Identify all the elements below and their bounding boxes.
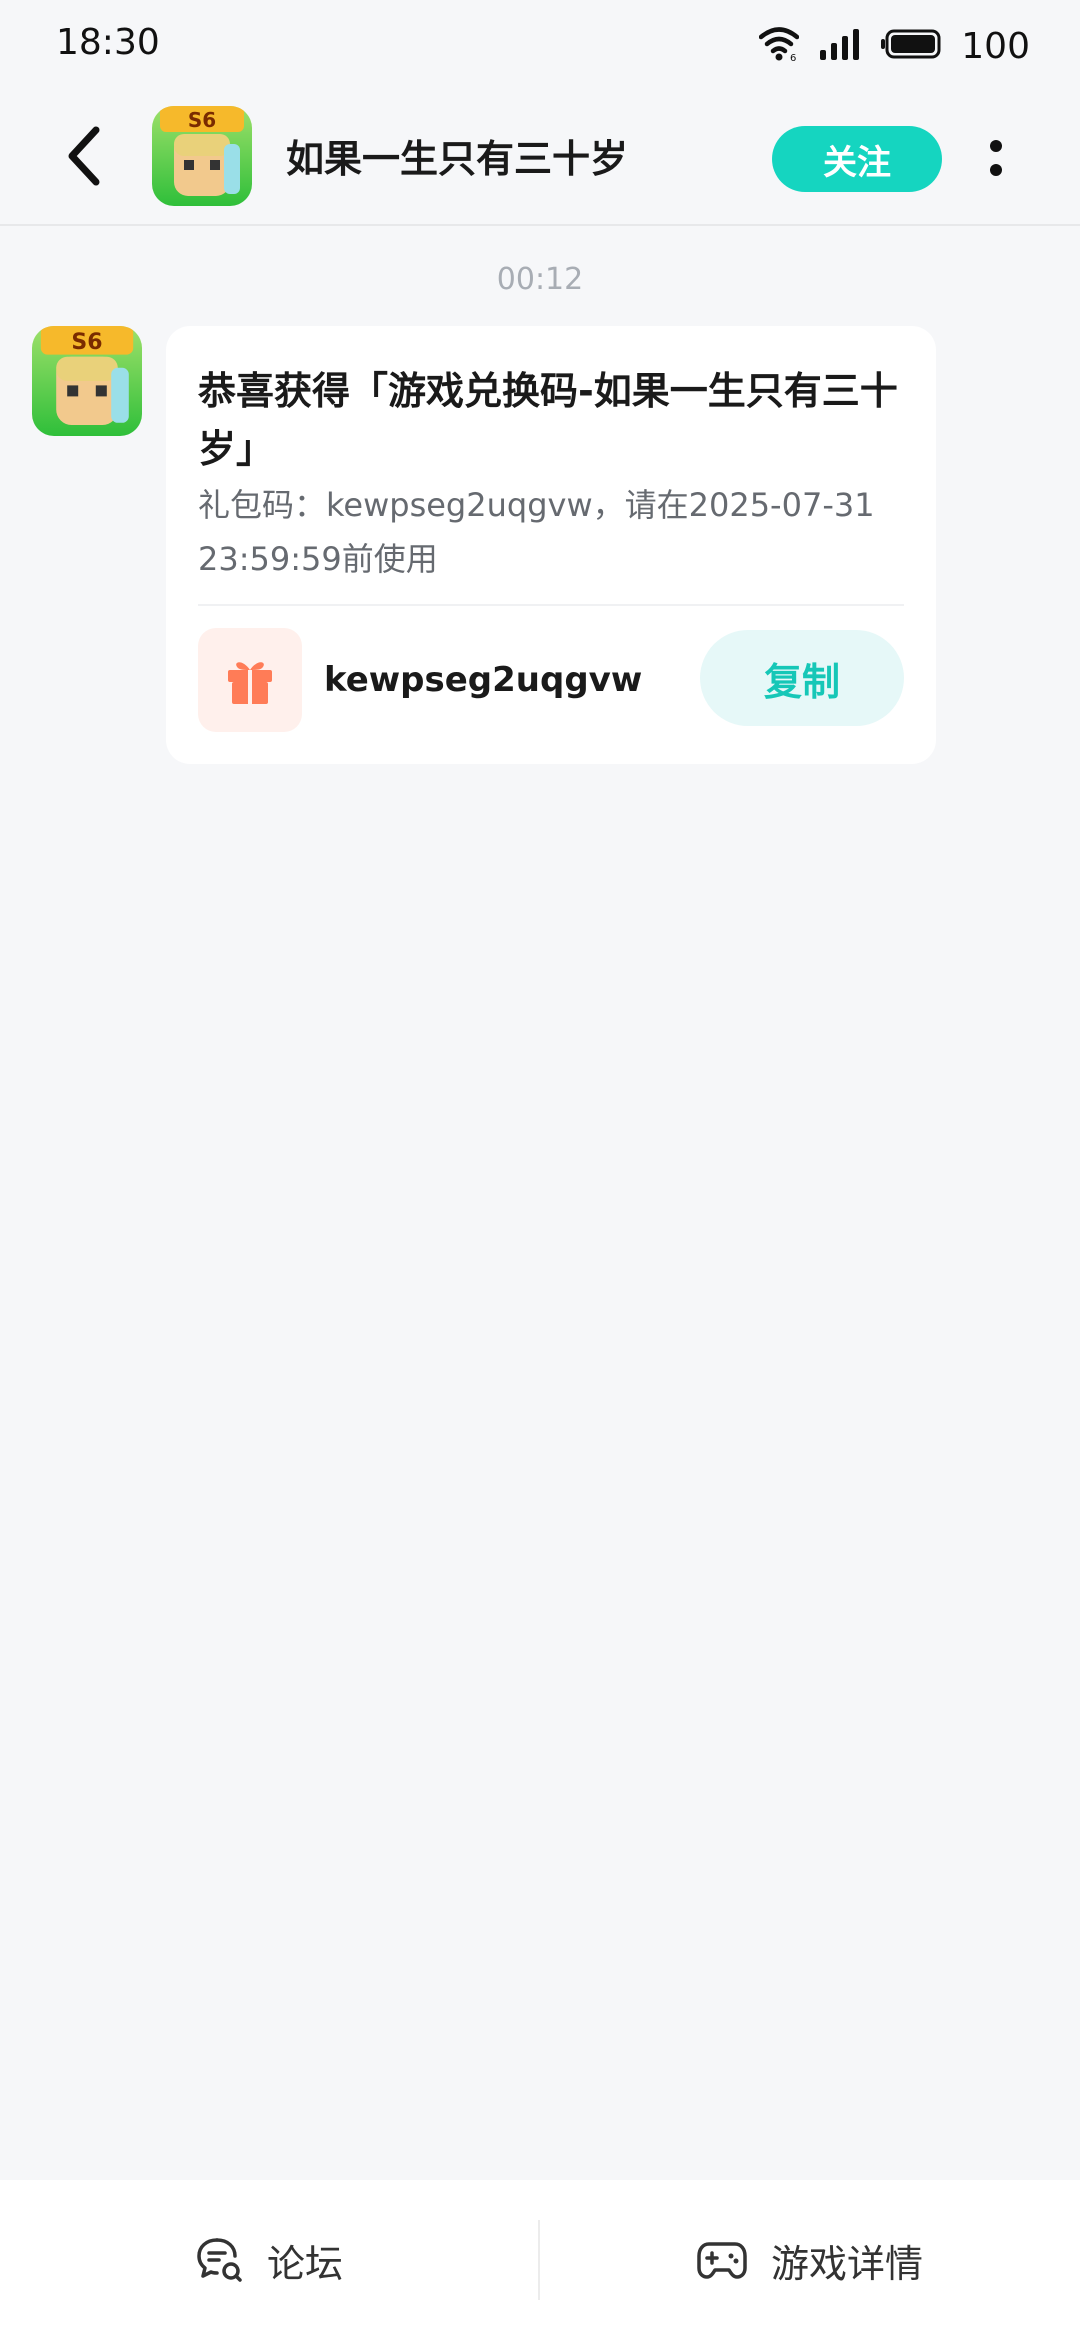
forum-tab[interactable]: 论坛: [0, 2180, 538, 2340]
more-options-button[interactable]: [982, 126, 1010, 190]
page-title: 如果一生只有三十岁: [286, 137, 629, 181]
message-timestamp: 00:12: [496, 262, 584, 297]
chevron-left-icon: [68, 126, 100, 186]
svg-text:6: 6: [790, 53, 796, 62]
status-time: 18:30: [56, 22, 160, 63]
status-icons: 6 100: [759, 22, 1030, 70]
gift-icon: [228, 662, 272, 704]
sender-avatar[interactable]: S6: [32, 326, 142, 436]
svg-text:S6: S6: [188, 108, 216, 132]
battery-level: 100: [961, 25, 1030, 67]
message-headline: 恭喜获得「游戏兑换码-如果一生只有三十岁」: [198, 369, 898, 471]
signal-icon: [819, 28, 861, 64]
status-bar: 18:30 6 100: [0, 0, 1080, 92]
redeem-code: kewpseg2uqgvw: [324, 660, 643, 700]
game-details-tab[interactable]: 游戏详情: [540, 2180, 1080, 2340]
gamepad-icon: [697, 2242, 747, 2279]
back-button[interactable]: [52, 124, 116, 188]
wifi-icon: 6: [759, 26, 800, 66]
copy-button[interactable]: 复制: [700, 630, 904, 726]
battery-icon: [881, 29, 941, 63]
forum-chat-icon: [197, 2238, 242, 2282]
game-details-tab-label: 游戏详情: [770, 2241, 923, 2286]
game-icon[interactable]: S6: [152, 106, 252, 206]
follow-button[interactable]: 关注: [772, 126, 942, 192]
bottom-bar: 论坛 游戏详情: [0, 2180, 1080, 2340]
forum-tab-label: 论坛: [266, 2241, 343, 2286]
message-description: 礼包码：kewpseg2uqgvw，请在2025-07-31 23:59:59前…: [198, 486, 875, 578]
more-vertical-icon: [990, 140, 1002, 152]
chat-header: S6 如果一生只有三十岁 关注: [0, 92, 1080, 226]
divider: [198, 604, 904, 606]
message-card: 恭喜获得「游戏兑换码-如果一生只有三十岁」 礼包码：kewpseg2uqgvw，…: [166, 326, 936, 764]
svg-text:S6: S6: [71, 330, 102, 355]
gift-icon-box: [198, 628, 302, 732]
